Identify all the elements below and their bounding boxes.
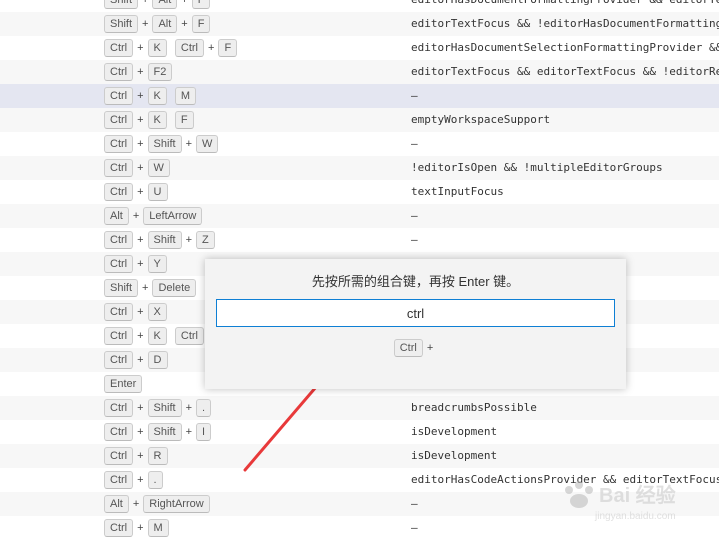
watermark-text: Bai 经验	[599, 483, 676, 507]
dialog-message: 先按所需的组合键，再按 Enter 键。	[311, 274, 520, 289]
baidu-jingyan-watermark: Bai 经验 jingyan.baidu.com	[565, 481, 676, 522]
watermark-subtext: jingyan.baidu.com	[594, 511, 676, 522]
define-keybinding-dialog: 先按所需的组合键，再按 Enter 键。 Ctrl+	[205, 259, 626, 389]
keybinding-preview: Ctrl +	[205, 338, 626, 357]
keybinding-input[interactable]	[216, 299, 615, 327]
preview-key: Ctrl	[393, 339, 423, 357]
preview-plus: +	[426, 342, 434, 354]
